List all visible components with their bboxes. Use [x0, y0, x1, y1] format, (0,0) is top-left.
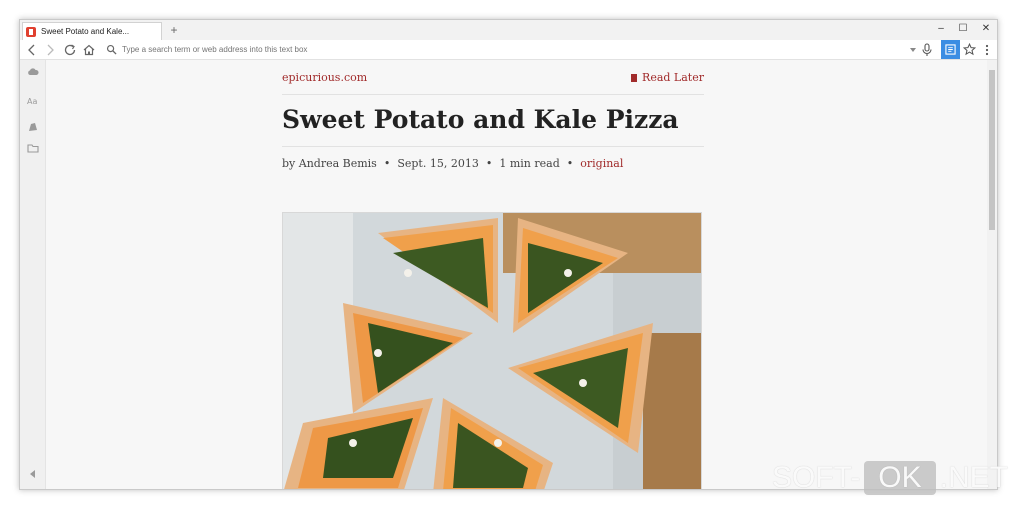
- read-time: 1 min read: [499, 157, 560, 170]
- pizza-photo: [283, 213, 701, 489]
- back-arrow-icon[interactable]: [24, 42, 40, 58]
- author: by Andrea Bemis: [282, 157, 377, 170]
- address-bar[interactable]: [104, 41, 904, 58]
- forward-arrow-icon[interactable]: [42, 42, 58, 58]
- minimize-button[interactable]: –: [931, 21, 951, 37]
- close-window-button[interactable]: ✕: [976, 21, 996, 37]
- source-site-link[interactable]: epicurious.com: [282, 71, 367, 84]
- address-input[interactable]: [122, 43, 882, 56]
- bookmark-icon: [631, 74, 638, 82]
- read-later-label: Read Later: [642, 71, 704, 84]
- reload-icon[interactable]: [62, 42, 78, 58]
- cloud-icon[interactable]: [27, 66, 39, 78]
- active-tab[interactable]: Sweet Potato and Kale...: [22, 22, 162, 40]
- home-icon[interactable]: [81, 42, 97, 58]
- article-title: Sweet Potato and Kale Pizza: [282, 105, 679, 134]
- byline-separator: •: [383, 157, 391, 170]
- maximize-button[interactable]: ☐: [953, 21, 973, 37]
- read-later-button[interactable]: Read Later: [631, 71, 704, 84]
- byline-separator: •: [566, 157, 574, 170]
- watermark-middle: OK: [864, 461, 936, 495]
- article-byline: by Andrea Bemis • Sept. 15, 2013 • 1 min…: [282, 157, 623, 170]
- watermark-logo: SOFT- OK .NET: [772, 458, 1008, 498]
- publish-date: Sept. 15, 2013: [397, 157, 479, 170]
- divider: [282, 94, 704, 95]
- reader-side-rail: Aa: [20, 60, 46, 489]
- more-menu-icon[interactable]: [983, 43, 991, 57]
- watermark-left: SOFT-: [771, 461, 861, 494]
- reader-content: epicurious.com Read Later Sweet Potato a…: [46, 60, 987, 489]
- svg-text:Aa: Aa: [27, 97, 37, 106]
- microphone-icon[interactable]: [921, 43, 933, 57]
- browser-window: Sweet Potato and Kale... + – ☐ ✕ Type a …: [19, 19, 998, 490]
- byline-separator: •: [485, 157, 493, 170]
- star-bookmark-icon[interactable]: [963, 43, 976, 56]
- original-article-link[interactable]: original: [580, 157, 623, 170]
- hero-image-pizza: [282, 212, 702, 489]
- tab-title: Sweet Potato and Kale...: [41, 27, 130, 36]
- vertical-scrollbar[interactable]: [987, 60, 997, 489]
- reader-mode-button[interactable]: [941, 40, 960, 59]
- new-tab-button[interactable]: +: [167, 23, 181, 37]
- epicurious-favicon-icon: [26, 26, 36, 37]
- theme-icon[interactable]: [27, 121, 39, 133]
- search-icon: [106, 44, 117, 55]
- font-size-icon[interactable]: Aa: [27, 94, 39, 106]
- watermark-right: .NET: [939, 461, 1008, 494]
- address-toolbar: [20, 40, 997, 60]
- divider: [282, 146, 704, 147]
- tab-bar: Sweet Potato and Kale... + – ☐ ✕: [20, 20, 997, 40]
- dropdown-chevron-icon[interactable]: [909, 46, 917, 54]
- collapse-arrow-icon[interactable]: [27, 468, 39, 480]
- scrollbar-thumb[interactable]: [989, 70, 995, 230]
- reader-view-icon: [945, 44, 956, 55]
- save-folder-icon[interactable]: [27, 142, 39, 154]
